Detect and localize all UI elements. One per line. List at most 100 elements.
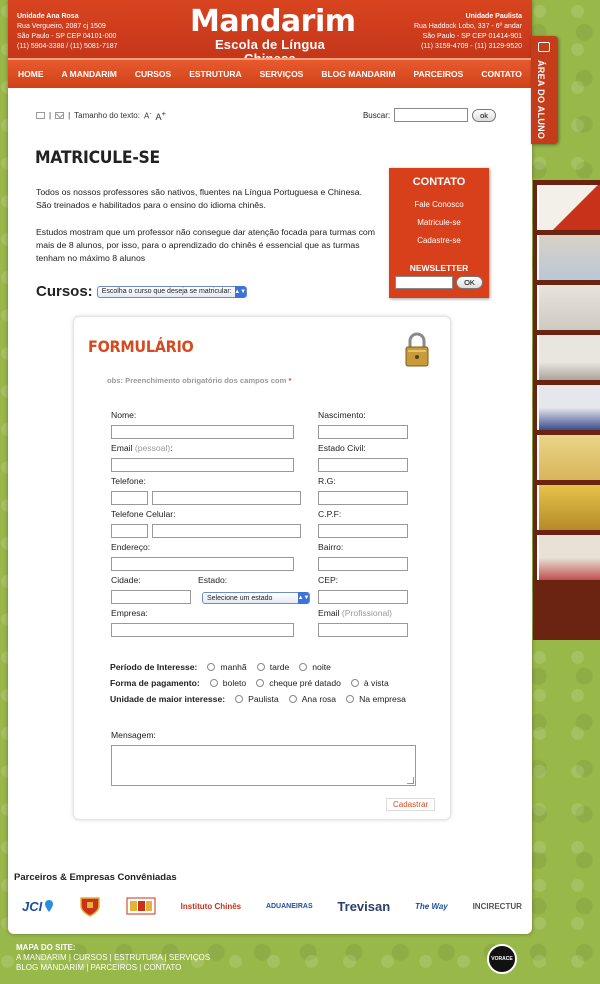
- email-icon[interactable]: [55, 112, 65, 119]
- newsletter-button[interactable]: OK: [456, 276, 483, 289]
- required-note-text: obs: Preenchimento obrigatório dos campo…: [107, 376, 287, 385]
- radio-paulista[interactable]: [235, 695, 244, 703]
- photo-image: [537, 485, 600, 530]
- photo-image: [537, 435, 600, 480]
- nav-servicos[interactable]: SERVIÇOS: [260, 69, 304, 79]
- option-label: noite: [312, 662, 331, 672]
- label-email: Email (pessoal):: [111, 443, 173, 453]
- input-cep[interactable]: [318, 590, 408, 604]
- option-label: Ana rosa: [301, 694, 337, 704]
- input-celular[interactable]: [152, 524, 301, 538]
- print-icon[interactable]: [36, 112, 45, 119]
- text-larger-sign: +: [161, 109, 166, 118]
- site-map-links[interactable]: BLOG MANDARIM | PARCEIROS | CONTATO: [16, 963, 210, 973]
- radio-na-empresa[interactable]: [346, 695, 355, 703]
- radio-ana-rosa[interactable]: [288, 695, 297, 703]
- course-select[interactable]: Escolha o curso que deseja se matricular…: [96, 285, 247, 298]
- photo-image: [537, 535, 600, 580]
- search-button[interactable]: ok: [472, 108, 496, 122]
- radio-noite[interactable]: [299, 663, 308, 671]
- radio-cheque[interactable]: [256, 679, 265, 687]
- option-label: Na empresa: [359, 694, 406, 704]
- partner-logo-the-way[interactable]: The Way: [415, 902, 448, 911]
- partner-logo-incirectur[interactable]: INCIRECTUR: [473, 902, 522, 911]
- input-rg[interactable]: [318, 491, 408, 505]
- unidade-row: Unidade de maior interesse: Paulista Ana…: [110, 694, 406, 704]
- site-map-links[interactable]: A MANDARIM | CURSOS | ESTRUTURA | SERVIÇ…: [16, 953, 210, 963]
- photo-strip: [533, 180, 600, 640]
- partners-title: Parceiros & Empresas Convêniadas: [14, 872, 177, 883]
- text-size-label: Tamanho do texto:: [74, 111, 140, 120]
- radio-a-vista[interactable]: [350, 679, 359, 687]
- photo-image: [537, 385, 600, 430]
- partner-logo-jci[interactable]: JCI: [22, 899, 54, 914]
- required-note: obs: Preenchimento obrigatório dos campo…: [107, 376, 291, 385]
- text-larger-button[interactable]: A+: [156, 109, 166, 122]
- nav-home[interactable]: HOME: [18, 69, 44, 79]
- intro-paragraph: Todos os nossos professores são nativos,…: [36, 187, 362, 210]
- input-telefone[interactable]: [152, 491, 301, 505]
- site-map: MAPA DO SITE: A MANDARIM | CURSOS | ESTR…: [16, 943, 210, 973]
- link-matricule-se[interactable]: Matricule-se: [389, 218, 489, 227]
- estado-select[interactable]: Selecione um estado ▲▼: [202, 592, 310, 604]
- input-bairro[interactable]: [318, 557, 408, 571]
- input-empresa[interactable]: [111, 623, 294, 637]
- partner-logo-trevisan[interactable]: Trevisan: [337, 899, 390, 914]
- nav-blog[interactable]: BLOG MANDARIM: [321, 69, 395, 79]
- agency-badge[interactable]: VORACE: [487, 944, 517, 974]
- option-label: manhã: [220, 662, 247, 672]
- form-title: FORMULÁRIO: [88, 337, 194, 356]
- input-celular-ddd[interactable]: [111, 524, 148, 538]
- radio-manha[interactable]: [207, 663, 216, 671]
- input-cidade[interactable]: [111, 590, 191, 604]
- nav-parceiros[interactable]: PARCEIROS: [413, 69, 463, 79]
- nav-estrutura[interactable]: ESTRUTURA: [189, 69, 241, 79]
- newsletter-row: OK: [389, 276, 489, 289]
- logo[interactable]: Mandarim Escola de Língua Chinesa: [190, 6, 356, 66]
- nav-cursos[interactable]: CURSOS: [135, 69, 171, 79]
- pin-icon: [45, 900, 54, 912]
- input-email[interactable]: [111, 458, 294, 472]
- option-label: Paulista: [248, 694, 279, 704]
- nav-a-mandarim[interactable]: A MANDARIM: [61, 69, 116, 79]
- option-label: à vista: [363, 678, 389, 688]
- search-input[interactable]: [394, 108, 469, 122]
- newsletter-input[interactable]: [395, 276, 454, 289]
- partner-logo-aduaneiras[interactable]: ADUANEIRAS: [266, 903, 313, 910]
- link-cadastre-se[interactable]: Cadastre-se: [389, 236, 489, 245]
- input-telefone-ddd[interactable]: [111, 491, 148, 505]
- radio-boleto[interactable]: [209, 679, 218, 687]
- partners-logos: JCI Instituto Chinês ADUANEIRAS Trevisan…: [22, 888, 522, 924]
- search-box: Buscar: ok: [363, 108, 496, 122]
- radio-tarde[interactable]: [256, 663, 265, 671]
- chamber-logo-icon[interactable]: [126, 897, 156, 915]
- page-title: MATRICULE-SE: [35, 148, 160, 168]
- input-nome[interactable]: [111, 425, 294, 439]
- logo-wordmark[interactable]: Mandarim: [190, 6, 356, 38]
- student-area-tab[interactable]: ÁREA DO ALUNO: [531, 36, 558, 144]
- input-endereco[interactable]: [111, 557, 294, 571]
- input-cpf[interactable]: [318, 524, 408, 538]
- phone-line: (11) 3159-4709 - (11) 3129-9520: [421, 43, 522, 50]
- submit-button[interactable]: Cadastrar: [386, 798, 436, 811]
- separator: |: [68, 111, 71, 120]
- text-smaller-button[interactable]: A-: [144, 110, 152, 121]
- unit-title-paulista: Unidade Paulista: [465, 13, 522, 20]
- label-nome: Nome:: [111, 410, 137, 420]
- label-unidade: Unidade de maior interesse:: [110, 694, 226, 704]
- mensagem-textarea[interactable]: [111, 745, 416, 786]
- text-smaller-sign: -: [149, 110, 152, 118]
- partner-logo-instituto-chines[interactable]: Instituto Chinês: [181, 902, 241, 911]
- input-nascimento[interactable]: [318, 425, 408, 439]
- input-email-profissional[interactable]: [318, 623, 408, 637]
- option-label: cheque pré datado: [269, 678, 341, 688]
- address-line: São Paulo - SP CEP 01414-901: [422, 33, 522, 40]
- link-fale-conosco[interactable]: Fale Conosco: [389, 200, 489, 209]
- site-map-title: MAPA DO SITE:: [16, 943, 76, 952]
- label-estado: Estado:: [198, 575, 228, 585]
- monitor-icon: [538, 42, 550, 52]
- registration-form: FORMULÁRIO obs: Preenchimento obrigatóri…: [73, 316, 451, 820]
- input-estado-civil[interactable]: [318, 458, 408, 472]
- crest-logo-icon[interactable]: [79, 895, 101, 917]
- nav-contato[interactable]: CONTATO: [481, 69, 522, 79]
